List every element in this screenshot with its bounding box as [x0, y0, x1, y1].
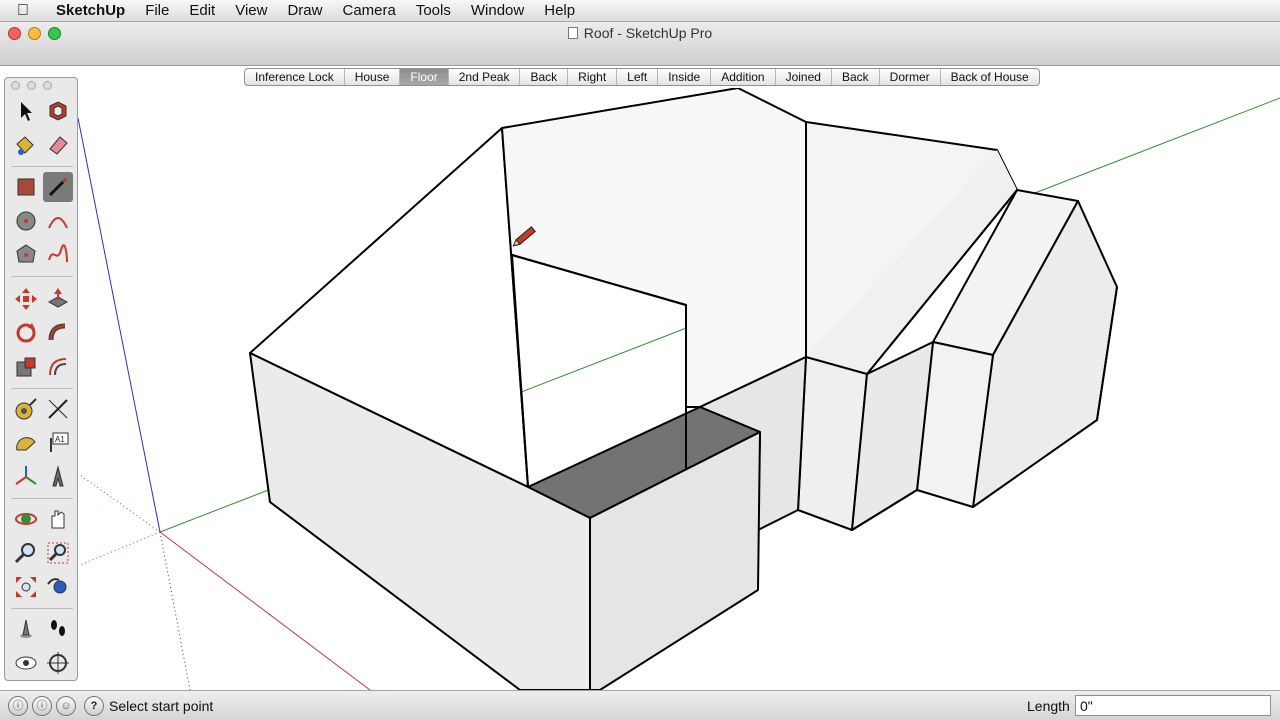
- walk-tool-icon[interactable]: [43, 614, 73, 644]
- window-title: Roof - SketchUp Pro: [583, 25, 713, 41]
- eraser-tool-icon[interactable]: [43, 130, 73, 160]
- tape-measure-tool-icon[interactable]: [11, 394, 41, 424]
- scene-tab-joined[interactable]: Joined: [776, 69, 832, 85]
- 3d-text-tool-icon[interactable]: [43, 462, 73, 492]
- text-tool-icon[interactable]: A1: [43, 428, 73, 458]
- status-message: Select start point: [109, 698, 214, 714]
- palette-separator: [11, 498, 73, 499]
- red-axis: [159, 531, 371, 691]
- position-camera-tool-icon[interactable]: [11, 614, 41, 644]
- previous-view-tool-icon[interactable]: [43, 572, 73, 602]
- palette-close-button[interactable]: [11, 81, 20, 90]
- menu-edit[interactable]: Edit: [179, 0, 225, 22]
- menu-tools[interactable]: Tools: [406, 0, 461, 22]
- length-measurement-field[interactable]: 0": [1075, 695, 1271, 716]
- scale-tool-icon[interactable]: [11, 352, 41, 382]
- scene-tab-inside[interactable]: Inside: [658, 69, 712, 85]
- status-bar: ⓘ ⓘ ☺ ? Select start point Length 0": [0, 690, 1280, 720]
- move-tool-icon[interactable]: [11, 284, 41, 314]
- blue-axis-negative: [159, 531, 191, 691]
- drawing-viewport[interactable]: [0, 87, 1280, 691]
- palette-separator: [11, 388, 73, 389]
- menu-camera[interactable]: Camera: [332, 0, 405, 22]
- paint-bucket-tool-icon[interactable]: [11, 130, 41, 160]
- blue-axis: [77, 117, 161, 533]
- instructor-help-icon[interactable]: ?: [84, 696, 104, 716]
- menu-view[interactable]: View: [225, 0, 277, 22]
- scene-tab-inference-lock[interactable]: Inference Lock: [245, 69, 345, 85]
- credits-icon[interactable]: ⓘ: [32, 696, 52, 716]
- dimension-tool-icon[interactable]: [43, 394, 73, 424]
- scene-tab-left[interactable]: Left: [617, 69, 659, 85]
- geo-location-icon[interactable]: ⓘ: [8, 696, 28, 716]
- green-axis-negative: [79, 531, 161, 566]
- scene-tab-house[interactable]: House: [345, 69, 401, 85]
- scene-tab-addition[interactable]: Addition: [711, 69, 776, 85]
- push-pull-tool-icon[interactable]: [43, 284, 73, 314]
- palette-minimize-button[interactable]: [27, 81, 36, 90]
- scene-tab-back-2[interactable]: Back: [832, 69, 880, 85]
- orbit-tool-icon[interactable]: [11, 504, 41, 534]
- zoom-tool-icon[interactable]: [11, 538, 41, 568]
- make-component-tool-icon[interactable]: [43, 96, 73, 126]
- apple-menu-icon[interactable]: : [0, 2, 46, 20]
- scene-tab-2nd-peak[interactable]: 2nd Peak: [449, 69, 521, 85]
- palette-header: [5, 78, 77, 92]
- zoom-window-tool-icon[interactable]: [43, 538, 73, 568]
- zoom-extents-tool-icon[interactable]: [11, 572, 41, 602]
- line-tool-icon[interactable]: [43, 172, 73, 202]
- circle-tool-icon[interactable]: [11, 206, 41, 236]
- house-model: [249, 87, 1118, 691]
- svg-text:A1: A1: [55, 435, 65, 444]
- palette-separator: [11, 166, 73, 167]
- polygon-tool-icon[interactable]: [11, 240, 41, 270]
- palette-zoom-button[interactable]: [43, 81, 52, 90]
- select-tool-icon[interactable]: [11, 96, 41, 126]
- palette-separator: [11, 608, 73, 609]
- protractor-tool-icon[interactable]: [11, 428, 41, 458]
- rotate-tool-icon[interactable]: [11, 318, 41, 348]
- red-axis-negative: [79, 474, 161, 533]
- model-canvas[interactable]: [0, 87, 1280, 691]
- scene-tabs: Inference Lock House Floor 2nd Peak Back…: [244, 68, 1040, 86]
- scene-tab-dormer[interactable]: Dormer: [880, 69, 941, 85]
- pan-tool-icon[interactable]: [43, 504, 73, 534]
- menu-bar:  SketchUp File Edit View Draw Camera To…: [0, 0, 1280, 22]
- scene-tab-right[interactable]: Right: [568, 69, 618, 85]
- arc-tool-icon[interactable]: [43, 206, 73, 236]
- look-around-tool-icon[interactable]: [11, 648, 41, 678]
- scene-tab-back[interactable]: Back: [520, 69, 569, 85]
- window-title-bar: Roof - SketchUp Pro: [0, 22, 1280, 66]
- menu-window[interactable]: Window: [461, 0, 534, 22]
- user-account-icon[interactable]: ☺: [56, 696, 76, 716]
- palette-separator: [11, 276, 73, 277]
- rectangle-tool-icon[interactable]: [11, 172, 41, 202]
- tool-palette: A1: [4, 77, 78, 681]
- section-plane-tool-icon[interactable]: [43, 648, 73, 678]
- menu-app[interactable]: SketchUp: [46, 0, 135, 22]
- freehand-tool-icon[interactable]: [43, 240, 73, 270]
- scene-tab-floor[interactable]: Floor: [400, 69, 449, 85]
- offset-tool-icon[interactable]: [43, 352, 73, 382]
- document-icon: [567, 27, 578, 39]
- axes-tool-icon[interactable]: [11, 462, 41, 492]
- menu-help[interactable]: Help: [534, 0, 585, 22]
- length-label: Length: [1027, 698, 1070, 714]
- follow-me-tool-icon[interactable]: [43, 318, 73, 348]
- menu-file[interactable]: File: [135, 0, 179, 22]
- menu-draw[interactable]: Draw: [277, 0, 332, 22]
- scene-tab-back-of-house[interactable]: Back of House: [941, 69, 1039, 85]
